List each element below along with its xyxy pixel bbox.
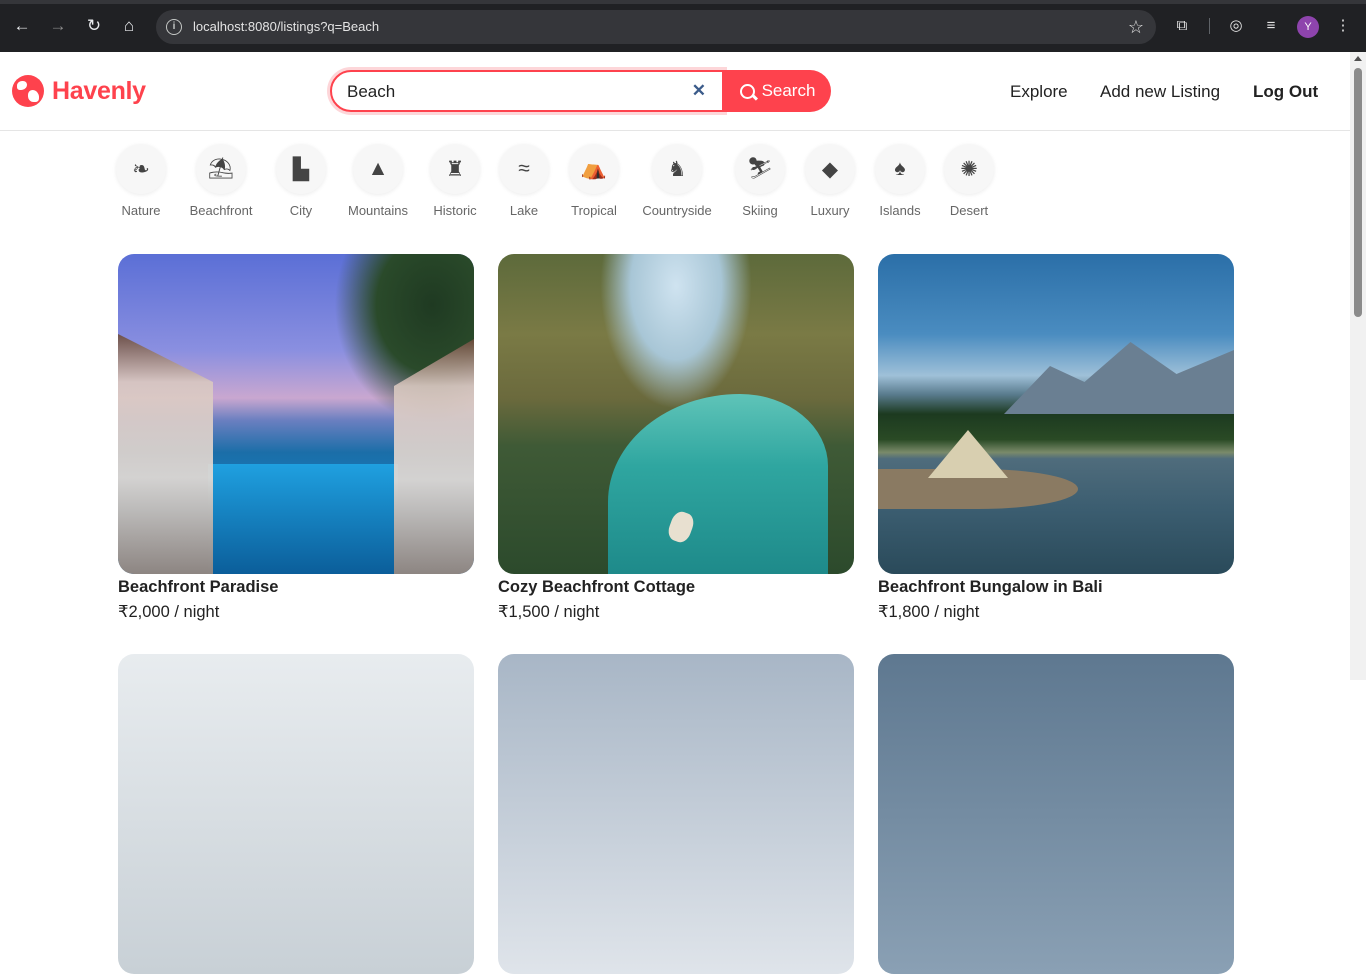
site-navbar: Havenly ✕ Search Explore Add new Listing… [0,52,1350,131]
explore-link[interactable]: Explore [1010,82,1068,102]
filter-label: Luxury [810,203,850,218]
listing-image[interactable] [878,654,1234,974]
city-icon: ▙ [276,144,326,194]
pool-shape [208,464,398,574]
listing-price: ₹1,500 / night [498,603,600,621]
search-input[interactable] [347,81,677,103]
home-icon[interactable]: ⌂ [118,15,140,37]
logout-link[interactable]: Log Out [1253,82,1318,102]
listing-card[interactable]: Cozy Beachfront Cottage ₹1,500 / night [498,254,854,622]
media-control-icon[interactable]: ≡ [1261,16,1281,36]
page-content: Havenly ✕ Search Explore Add new Listing… [0,52,1350,974]
listing-card[interactable]: Beachfront Bungalow in Bali ₹1,800 / nig… [878,254,1234,622]
mountain-shape [1004,342,1234,414]
filter-city[interactable]: ▙ City [261,144,341,218]
listing-title: Cozy Beachfront Cottage [498,578,696,596]
listing-price: ₹2,000 / night [118,603,220,621]
filter-label: Nature [121,203,161,218]
filter-label: Skiing [742,203,778,218]
listing-image[interactable] [118,254,474,574]
brand-name: Havenly [52,76,146,105]
cow-icon: ♞ [652,144,702,194]
castle-icon: ♜ [430,144,480,194]
filter-nature[interactable]: ❧ Nature [101,144,181,218]
address-bar[interactable]: i localhost:8080/listings?q=Beach ☆ [156,10,1156,44]
search-box: ✕ [330,70,724,112]
skier-icon: ⛷ [735,144,785,194]
filter-luxury[interactable]: ◆ Luxury [790,144,870,218]
listing-card[interactable] [118,654,474,974]
filter-mountains[interactable]: ▲ Mountains [338,144,418,218]
filter-label: Mountains [348,203,408,218]
cabana-left-shape [118,334,213,574]
tree-icon: ♠ [875,144,925,194]
listing-image[interactable] [118,654,474,974]
filter-label: Lake [509,203,539,218]
performance-icon[interactable]: ◎ [1226,16,1246,36]
listing-title: Beachfront Bungalow in Bali [878,578,1103,596]
clear-search-icon[interactable]: ✕ [692,81,706,101]
forward-icon[interactable]: → [47,15,69,37]
swimmer-icon: ≈ [499,144,549,194]
search-button[interactable]: Search [724,70,831,112]
filter-label: Beachfront [189,203,253,218]
globe-icon [12,75,44,107]
page-scrollbar[interactable] [1350,52,1366,680]
address-url[interactable]: localhost:8080/listings?q=Beach [193,19,379,34]
tab-strip [0,0,1366,4]
filter-label: Desert [949,203,989,218]
toolbar-divider [1209,18,1210,34]
listing-card[interactable] [498,654,854,974]
filter-countryside[interactable]: ♞ Countryside [637,144,717,218]
filter-islands[interactable]: ♠ Islands [860,144,940,218]
umbrella-beach-icon: ⛱ [196,144,246,194]
search-button-label: Search [761,81,816,100]
menu-kebab-icon[interactable]: ⋮ [1333,16,1353,36]
bookmark-star-icon[interactable]: ☆ [1128,17,1144,38]
listing-card[interactable] [878,654,1234,974]
profile-avatar[interactable]: Y [1297,16,1319,38]
listing-image[interactable] [498,654,854,974]
filter-label: Countryside [642,203,712,218]
filter-tropical[interactable]: ⛺ Tropical [554,144,634,218]
listing-image[interactable] [498,254,854,574]
campground-icon: ⛺ [569,144,619,194]
filter-label: Historic [433,203,477,218]
filter-historic[interactable]: ♜ Historic [415,144,495,218]
filter-label: Tropical [571,203,617,218]
filter-label: Islands [879,203,921,218]
filter-skiing[interactable]: ⛷ Skiing [720,144,800,218]
leaf-icon: ❧ [116,144,166,194]
scrollbar-thumb[interactable] [1354,68,1362,317]
gem-icon: ◆ [805,144,855,194]
brand-logo[interactable]: Havenly [12,75,146,107]
back-icon[interactable]: ← [11,15,33,37]
sun-icon: ✺ [944,144,994,194]
filter-beachfront[interactable]: ⛱ Beachfront [181,144,261,218]
browser-chrome: ← → ↻ ⌂ i localhost:8080/listings?q=Beac… [0,0,1366,52]
scroll-up-arrow-icon[interactable] [1354,56,1362,61]
filter-lake[interactable]: ≈ Lake [484,144,564,218]
search-icon [739,83,755,99]
listing-title: Beachfront Paradise [118,578,279,596]
filter-label: City [289,203,313,218]
filter-desert[interactable]: ✺ Desert [929,144,1009,218]
river-shape [608,394,828,574]
listing-card[interactable]: Beachfront Paradise ₹2,000 / night [118,254,474,622]
listing-image[interactable] [878,254,1234,574]
mountain-icon: ▲ [353,144,403,194]
tent-shape [928,430,1008,478]
extensions-icon[interactable]: ⧉ [1172,16,1192,36]
listing-price: ₹1,800 / night [878,603,980,621]
category-filters: ❧ Nature ⛱ Beachfront ▙ City ▲ Mountains… [0,144,1350,224]
add-listing-link[interactable]: Add new Listing [1100,82,1220,102]
site-info-icon[interactable]: i [166,19,182,35]
reload-icon[interactable]: ↻ [83,15,105,37]
